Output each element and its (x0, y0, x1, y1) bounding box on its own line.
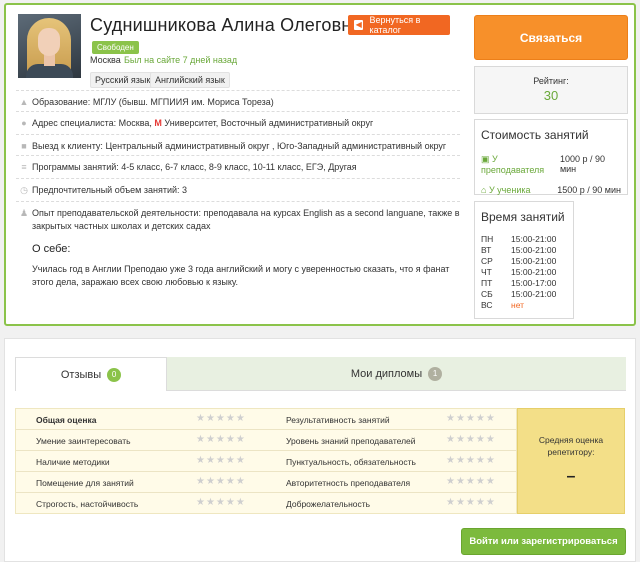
schedule-list: ПН 15:00-21:00 ВТ 15:00-21:00 СР 15:00-21:0… (481, 234, 567, 311)
info-lesson-volume: ◷ Предпочтительный объем занятий: 3 (16, 178, 460, 197)
person-icon: ♟ (19, 208, 29, 218)
star-rating: ★★★★★ (196, 413, 246, 424)
tab-reviews[interactable]: Отзывы 0 (15, 357, 167, 391)
profile-card: Суднишникова Алина Олеговна ◀ Вернуться … (4, 3, 636, 326)
star-rating: ★★★★★ (446, 455, 496, 466)
tutor-name: Суднишникова Алина Олеговна (90, 15, 362, 35)
star-rating: ★★★★★ (196, 455, 246, 466)
home-icon: ⌂ (481, 185, 487, 195)
schedule-box: Время занятий ПН 15:00-21:00 ВТ 15:00-21:0… (474, 201, 574, 319)
star-rating: ★★★★★ (196, 434, 246, 445)
contact-button[interactable]: Связаться (474, 15, 628, 60)
star-rating: ★★★★★ (196, 497, 246, 508)
schedule-row: СБ 15:00-21:00 (481, 289, 557, 299)
schedule-row: ПТ 15:00-17:00 (481, 278, 557, 288)
star-rating: ★★★★★ (446, 497, 496, 508)
schedule-row: ВТ 15:00-21:00 (481, 245, 557, 255)
rating-row: Помещение для занятий ★★★★★ Авторитетнос… (16, 472, 518, 493)
schedule-row: ПН 15:00-21:00 (481, 234, 557, 244)
login-register-button[interactable]: Войти или зарегистрироваться (461, 528, 626, 555)
last-seen: Был на сайте 7 дней назад (124, 55, 238, 65)
arrow-left-icon: ◀ (354, 20, 364, 30)
star-rating: ★★★★★ (196, 476, 246, 487)
cost-title: Стоимость занятий (481, 128, 589, 142)
schedule-row: СР 15:00-21:00 (481, 256, 557, 266)
list-icon: ≡ (21, 162, 27, 172)
home-icon: ▣ (481, 154, 490, 164)
car-icon: ■ (21, 141, 27, 151)
info-experience: ♟ Опыт преподавательской деятельности: п… (16, 201, 460, 233)
tab-reviews-label: Отзывы (60, 368, 102, 381)
rating-label: Рейтинг: (533, 76, 569, 86)
cost-row: ▣ У преподавателя 1000 р / 90 мин (481, 154, 605, 175)
info-education: ▲ Образование: МГЛУ (бывш. МГПИИЯ им. Мо… (16, 90, 460, 109)
average-rating-label: Средняя оценка репетитору: (538, 435, 604, 457)
about-text: Училась год в Англии Преподаю уже 3 года… (32, 264, 450, 287)
tab-diplomas[interactable]: Мои дипломы 1 (167, 357, 626, 391)
avatar (18, 14, 81, 78)
rating-row: Общая оценка ★★★★★ Результативность заня… (16, 409, 518, 430)
schedule-row: ВС нет (481, 300, 525, 310)
average-rating-value: – (566, 468, 576, 485)
tab-reviews-count: 0 (107, 367, 122, 382)
metro-icon: M (154, 118, 162, 128)
info-address: ● Адрес специалиста: Москва, M Университ… (16, 111, 460, 130)
star-rating: ★★★★★ (446, 434, 496, 445)
clock-icon: ◷ (20, 185, 28, 195)
ratings-grid: Общая оценка ★★★★★ Результативность заня… (15, 408, 518, 514)
reviews-panel: Отзывы 0 Мои дипломы 1 Общая оценка ★★★★… (4, 338, 636, 562)
rating-row: Наличие методики ★★★★★ Пунктуальность, о… (16, 451, 518, 472)
cost-box: Стоимость занятий ▣ У преподавателя 1000… (474, 119, 628, 195)
rating-box: Рейтинг: 30 (474, 66, 628, 114)
city: Москва (90, 55, 121, 65)
status-badge: Свободен (92, 41, 139, 54)
schedule-row: ЧТ 15:00-21:00 (481, 267, 557, 277)
average-rating-box: Средняя оценка репетитору: – (517, 408, 625, 514)
back-to-catalog-button[interactable]: ◀ Вернуться в каталог (348, 15, 450, 35)
graduation-cap-icon: ▲ (19, 97, 29, 107)
info-client-visit: ■ Выезд к клиенту: Центральный администр… (16, 134, 460, 153)
rating-row: Строгость, настойчивость ★★★★★ Доброжела… (36, 497, 496, 509)
language-tag: Английский язык (150, 72, 230, 88)
cost-row: ⌂ У ученика 1500 р / 90 мин (481, 185, 621, 195)
tab-diplomas-count: 1 (428, 366, 443, 381)
star-rating: ★★★★★ (446, 476, 496, 487)
location-icon: ● (21, 118, 27, 128)
rating-row: Умение заинтересовать ★★★★★ Уровень знан… (16, 430, 518, 451)
language-tag: Русский язык (90, 72, 156, 88)
star-rating: ★★★★★ (446, 413, 496, 424)
back-to-catalog-label: Вернуться в каталог (369, 15, 421, 35)
rating-value: 30 (543, 88, 559, 103)
schedule-title: Время занятий (481, 210, 565, 224)
about-title: О себе: (32, 243, 71, 255)
tab-diplomas-label: Мои дипломы (350, 367, 423, 380)
info-programs: ≡ Программы занятий: 4-5 класс, 6-7 клас… (16, 155, 460, 174)
